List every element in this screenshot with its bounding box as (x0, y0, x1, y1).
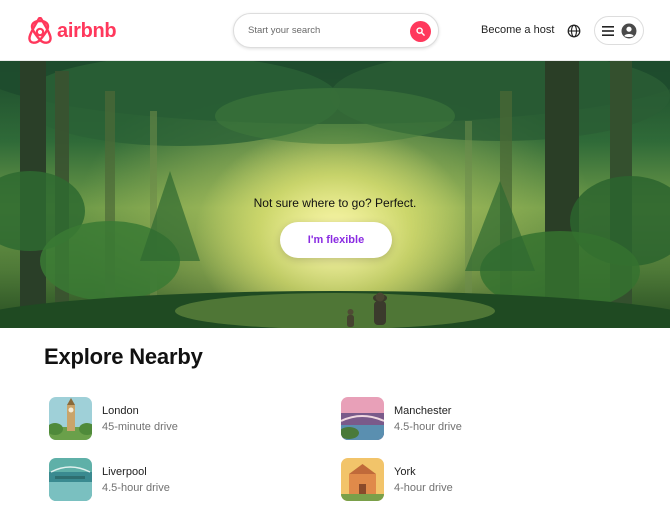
london-thumbnail (49, 397, 92, 440)
hero-title: Not sure where to go? Perfect. (253, 196, 417, 210)
top-nav: airbnb Become a host (0, 0, 670, 61)
im-flexible-button[interactable]: I'm flexible (280, 222, 392, 258)
search-button[interactable] (410, 21, 431, 42)
search-icon (416, 27, 425, 36)
place-name: London (102, 404, 139, 417)
place-name: Liverpool (102, 465, 147, 478)
place-distance: 4.5-hour drive (394, 420, 462, 433)
place-distance: 45-minute drive (102, 420, 178, 433)
explore-nearby-heading: Explore Nearby (44, 344, 203, 369)
forest-illustration (0, 61, 670, 328)
become-host-link[interactable]: Become a host (481, 24, 554, 36)
nearby-place-liverpool[interactable]: Liverpool 4.5-hour drive (49, 458, 170, 501)
manchester-thumbnail (341, 397, 384, 440)
airbnb-logo[interactable]: airbnb (27, 16, 117, 46)
search-input[interactable] (248, 25, 398, 36)
user-avatar-icon (621, 23, 636, 38)
airbnb-logo-icon (28, 17, 52, 44)
nearby-place-london[interactable]: London 45-minute drive (49, 397, 178, 440)
globe-icon (567, 24, 581, 38)
liverpool-thumbnail (49, 458, 92, 501)
language-button[interactable] (566, 23, 582, 39)
nearby-place-york[interactable]: York 4-hour drive (341, 458, 453, 501)
logo-wordmark: airbnb (57, 19, 117, 42)
nearby-place-manchester[interactable]: Manchester 4.5-hour drive (341, 397, 462, 440)
place-name: York (394, 465, 416, 478)
profile-menu-button[interactable] (594, 16, 644, 45)
place-name: Manchester (394, 404, 452, 417)
hamburger-menu-icon (601, 25, 614, 36)
hero-banner: Not sure where to go? Perfect. I'm flexi… (0, 61, 670, 328)
york-thumbnail (341, 458, 384, 501)
search-bar[interactable] (233, 13, 439, 48)
place-distance: 4-hour drive (394, 481, 453, 494)
place-distance: 4.5-hour drive (102, 481, 170, 494)
